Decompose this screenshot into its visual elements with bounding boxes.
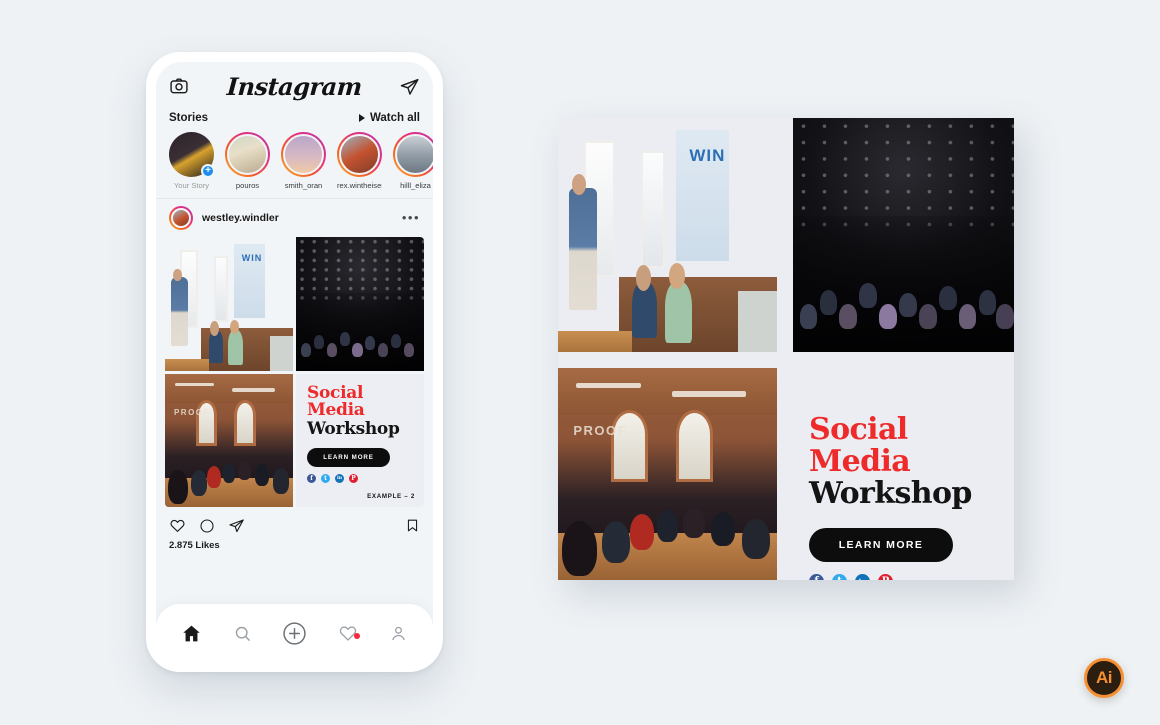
- brick-hall-audience-photo: PROOF: [558, 368, 777, 580]
- story-label: Your Story: [173, 181, 210, 190]
- share-icon[interactable]: [228, 517, 245, 534]
- story-label: smith_oran: [284, 181, 323, 190]
- social-icons[interactable]: f t in P: [809, 574, 992, 580]
- facebook-icon[interactable]: f: [809, 574, 824, 580]
- story-hilll-eliza[interactable]: hilll_eliza: [393, 132, 433, 190]
- example-label: EXAMPLE – 2: [367, 493, 415, 500]
- linkedin-icon[interactable]: in: [335, 473, 344, 483]
- post-username[interactable]: westley.windler: [202, 212, 393, 224]
- post-actions: [156, 507, 433, 536]
- post-header: westley.windler •••: [156, 199, 433, 237]
- comment-icon[interactable]: [199, 518, 215, 534]
- story-label: pouros: [235, 181, 260, 190]
- story-avatar: [225, 132, 270, 177]
- story-rex-wintheiser[interactable]: rex.wintheiser: [337, 132, 382, 190]
- instagram-header: Instagram: [156, 62, 433, 110]
- story-avatar: [337, 132, 382, 177]
- creative-preview-panel: WIN PROOF Social Media Workshop LEARN MO…: [558, 118, 1014, 580]
- linkedin-icon[interactable]: in: [855, 574, 870, 580]
- story-pouros[interactable]: pouros: [225, 132, 270, 190]
- win-sign-text: WIN: [689, 146, 726, 166]
- story-smith-oran[interactable]: smith_oran: [281, 132, 326, 190]
- phone-mockup: Instagram Stories Watch all + Your Story…: [146, 52, 443, 672]
- post-more-icon[interactable]: •••: [402, 211, 420, 224]
- camera-icon[interactable]: [169, 76, 189, 96]
- headline-red: Social Media: [307, 382, 365, 421]
- add-post-icon[interactable]: [282, 621, 307, 646]
- learn-more-button[interactable]: LEARN MORE: [307, 447, 390, 467]
- bookmark-icon[interactable]: [405, 518, 420, 533]
- creative-copy-block: Social Media Workshop LEARN MORE f t in …: [793, 368, 1014, 580]
- like-icon[interactable]: [169, 517, 186, 534]
- watch-all-label: Watch all: [369, 112, 420, 124]
- dark-auditorium-crowd-photo: [296, 237, 424, 371]
- bottom-navigation: [156, 604, 433, 662]
- activity-icon[interactable]: [338, 623, 361, 643]
- creative-copy-block: Social Media Workshop LEARN MORE f t in …: [296, 373, 424, 507]
- watch-all-button[interactable]: Watch all: [358, 112, 420, 124]
- story-label: rex.wintheiser: [337, 181, 382, 190]
- story-avatar: +: [169, 132, 215, 178]
- story-your-story[interactable]: + Your Story: [169, 132, 215, 190]
- headline-black: Workshop: [809, 476, 972, 511]
- twitter-icon[interactable]: t: [832, 574, 847, 580]
- ai-badge-label: Ai: [1096, 668, 1113, 687]
- search-icon[interactable]: [233, 624, 252, 643]
- headline-red: Social Media: [809, 412, 911, 479]
- learn-more-button[interactable]: LEARN MORE: [809, 528, 953, 562]
- home-icon[interactable]: [181, 623, 202, 644]
- phone-screen: Instagram Stories Watch all + Your Story…: [156, 62, 433, 662]
- pinterest-icon[interactable]: P: [878, 574, 893, 580]
- story-avatar: [281, 132, 326, 177]
- add-story-plus-icon[interactable]: +: [201, 164, 215, 178]
- notification-badge-dot: [354, 633, 361, 639]
- pinterest-icon[interactable]: P: [349, 473, 358, 483]
- brick-hall-audience-photo: PROOF: [165, 373, 293, 507]
- speaker-brick-loft-photo: WIN: [558, 118, 777, 352]
- play-triangle-icon: [358, 114, 365, 122]
- likes-count: 2.875 Likes: [156, 536, 433, 560]
- speaker-brick-loft-photo: WIN: [165, 237, 293, 371]
- proof-sign-text: PROOF: [173, 408, 210, 418]
- stories-title: Stories: [169, 112, 208, 124]
- instagram-logo: Instagram: [225, 71, 363, 101]
- proof-sign-text: PROOF: [573, 423, 628, 439]
- canvas: Instagram Stories Watch all + Your Story…: [0, 0, 1160, 725]
- dark-auditorium-crowd-photo: [793, 118, 1014, 352]
- post-avatar[interactable]: [169, 206, 193, 230]
- story-avatar: [393, 132, 433, 177]
- paper-plane-icon[interactable]: [399, 76, 420, 97]
- facebook-icon[interactable]: f: [307, 473, 316, 483]
- post-creative: WIN PROOF Social Media Workshop LEARN MO…: [156, 237, 433, 507]
- headline-black: Workshop: [307, 419, 400, 440]
- stories-row[interactable]: + Your Story pouros smith_oran rex.winth…: [156, 128, 433, 198]
- creative-grid: WIN PROOF Social Media Workshop LEARN MO…: [558, 118, 1014, 580]
- story-label: hilll_eliza: [400, 181, 431, 190]
- win-sign-text: WIN: [241, 253, 263, 264]
- adobe-illustrator-badge: Ai: [1084, 658, 1124, 698]
- stories-bar: Stories Watch all: [156, 110, 433, 128]
- social-icons[interactable]: f t in P: [307, 473, 415, 483]
- profile-icon[interactable]: [389, 624, 408, 643]
- twitter-icon[interactable]: t: [321, 473, 330, 483]
